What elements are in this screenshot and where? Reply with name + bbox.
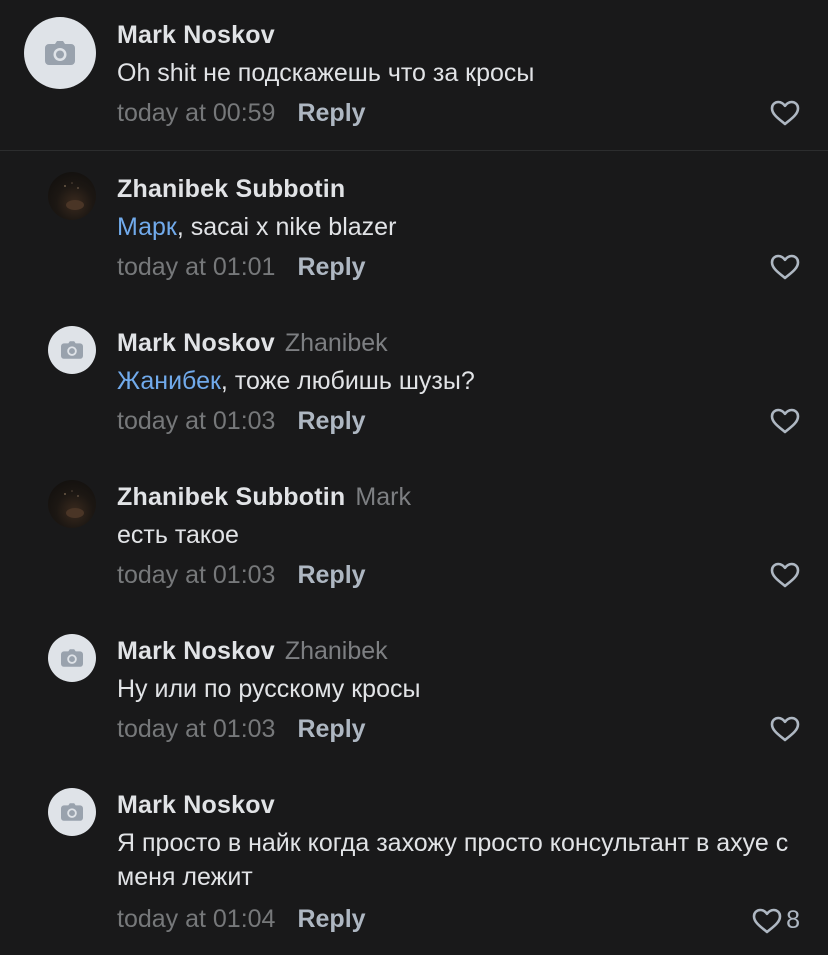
comment-meta: today at 01:03 Reply — [117, 560, 366, 590]
comment-body: Oh shit не подскажешь что за кросы — [117, 59, 535, 87]
heart-icon — [770, 716, 800, 742]
timestamp: today at 01:03 — [117, 561, 276, 589]
heart-icon — [770, 100, 800, 126]
camera-icon — [61, 803, 83, 821]
like-button[interactable]: 8 — [752, 906, 800, 935]
timestamp: today at 01:04 — [117, 905, 276, 933]
comment-meta: today at 01:03 Reply — [117, 714, 366, 744]
author-name[interactable]: Mark Noskov — [117, 791, 275, 819]
comment-header: Mark Noskov — [117, 20, 275, 50]
like-count: 8 — [786, 906, 800, 934]
reply-button[interactable]: Reply — [297, 561, 365, 589]
comment: Mark Noskov Я просто в найк когда захожу… — [0, 770, 828, 955]
heart-icon — [752, 908, 782, 933]
avatar-photo — [64, 490, 84, 518]
reply-button[interactable]: Reply — [297, 905, 365, 933]
avatar[interactable] — [48, 788, 96, 836]
like-button[interactable] — [770, 408, 800, 434]
comment-text: есть такое — [117, 518, 807, 552]
reply-button[interactable]: Reply — [297, 99, 365, 127]
reply-to-name[interactable]: Zhanibek — [285, 329, 388, 357]
avatar[interactable] — [24, 17, 96, 89]
comment-text: Я просто в найк когда захожу просто конс… — [117, 826, 807, 894]
comment-header: Zhanibek Subbotin Mark — [117, 482, 411, 512]
timestamp: today at 00:59 — [117, 99, 276, 127]
reply-to-name[interactable]: Zhanibek — [285, 637, 388, 665]
timestamp: today at 01:03 — [117, 715, 276, 743]
comment: Mark Noskov Oh shit не подскажешь что за… — [0, 0, 828, 150]
avatar[interactable] — [48, 634, 96, 682]
mention-link[interactable]: Марк — [117, 213, 177, 241]
camera-icon — [61, 341, 83, 359]
author-name[interactable]: Zhanibek Subbotin — [117, 175, 345, 203]
avatar-photo — [64, 182, 84, 210]
like-button[interactable] — [770, 254, 800, 280]
comment-meta: today at 00:59 Reply — [117, 98, 366, 128]
comment: Mark Noskov Zhanibek Ну или по русскому к… — [0, 616, 828, 770]
comment-header: Mark Noskov — [117, 790, 275, 820]
camera-icon — [45, 41, 75, 65]
author-name[interactable]: Mark Noskov — [117, 21, 275, 49]
author-name[interactable]: Mark Noskov — [117, 329, 275, 357]
comment-text: Oh shit не подскажешь что за кросы — [117, 56, 807, 90]
heart-icon — [770, 562, 800, 588]
comment-text: Жанибек, тоже любишь шузы? — [117, 364, 807, 398]
mention-link[interactable]: Жанибек — [117, 367, 221, 395]
comment-body: есть такое — [117, 521, 239, 549]
reply-button[interactable]: Reply — [297, 253, 365, 281]
reply-button[interactable]: Reply — [297, 715, 365, 743]
reply-to-name[interactable]: Mark — [355, 483, 411, 511]
timestamp: today at 01:01 — [117, 253, 276, 281]
reply-button[interactable]: Reply — [297, 407, 365, 435]
comment: Zhanibek Subbotin Марк, sacai x nike bla… — [0, 154, 828, 308]
heart-icon — [770, 254, 800, 280]
comment-header: Zhanibek Subbotin — [117, 174, 345, 204]
comment-thread: Mark Noskov Oh shit не подскажешь что за… — [0, 0, 828, 955]
comment-header: Mark Noskov Zhanibek — [117, 636, 388, 666]
comment-header: Mark Noskov Zhanibek — [117, 328, 388, 358]
avatar[interactable] — [48, 172, 96, 220]
heart-icon — [770, 408, 800, 434]
comment-body: Я просто в найк когда захожу просто конс… — [117, 829, 789, 891]
comment-meta: today at 01:03 Reply — [117, 406, 366, 436]
comment-body: , sacai x nike blazer — [176, 213, 397, 241]
comment: Zhanibek Subbotin Mark есть такое today a… — [0, 462, 828, 616]
timestamp: today at 01:03 — [117, 407, 276, 435]
comment-body: Ну или по русскому кросы — [117, 675, 421, 703]
avatar[interactable] — [48, 480, 96, 528]
comment-meta: today at 01:04 Reply — [117, 904, 366, 934]
divider — [0, 150, 828, 151]
camera-icon — [61, 649, 83, 667]
comment-body: , тоже любишь шузы? — [220, 367, 475, 395]
like-button[interactable] — [770, 100, 800, 126]
comment-meta: today at 01:01 Reply — [117, 252, 366, 282]
comment: Mark Noskov Zhanibek Жанибек, тоже любишь… — [0, 308, 828, 462]
like-button[interactable] — [770, 716, 800, 742]
author-name[interactable]: Mark Noskov — [117, 637, 275, 665]
comment-text: Марк, sacai x nike blazer — [117, 210, 807, 244]
comment-text: Ну или по русскому кросы — [117, 672, 807, 706]
author-name[interactable]: Zhanibek Subbotin — [117, 483, 345, 511]
avatar[interactable] — [48, 326, 96, 374]
like-button[interactable] — [770, 562, 800, 588]
